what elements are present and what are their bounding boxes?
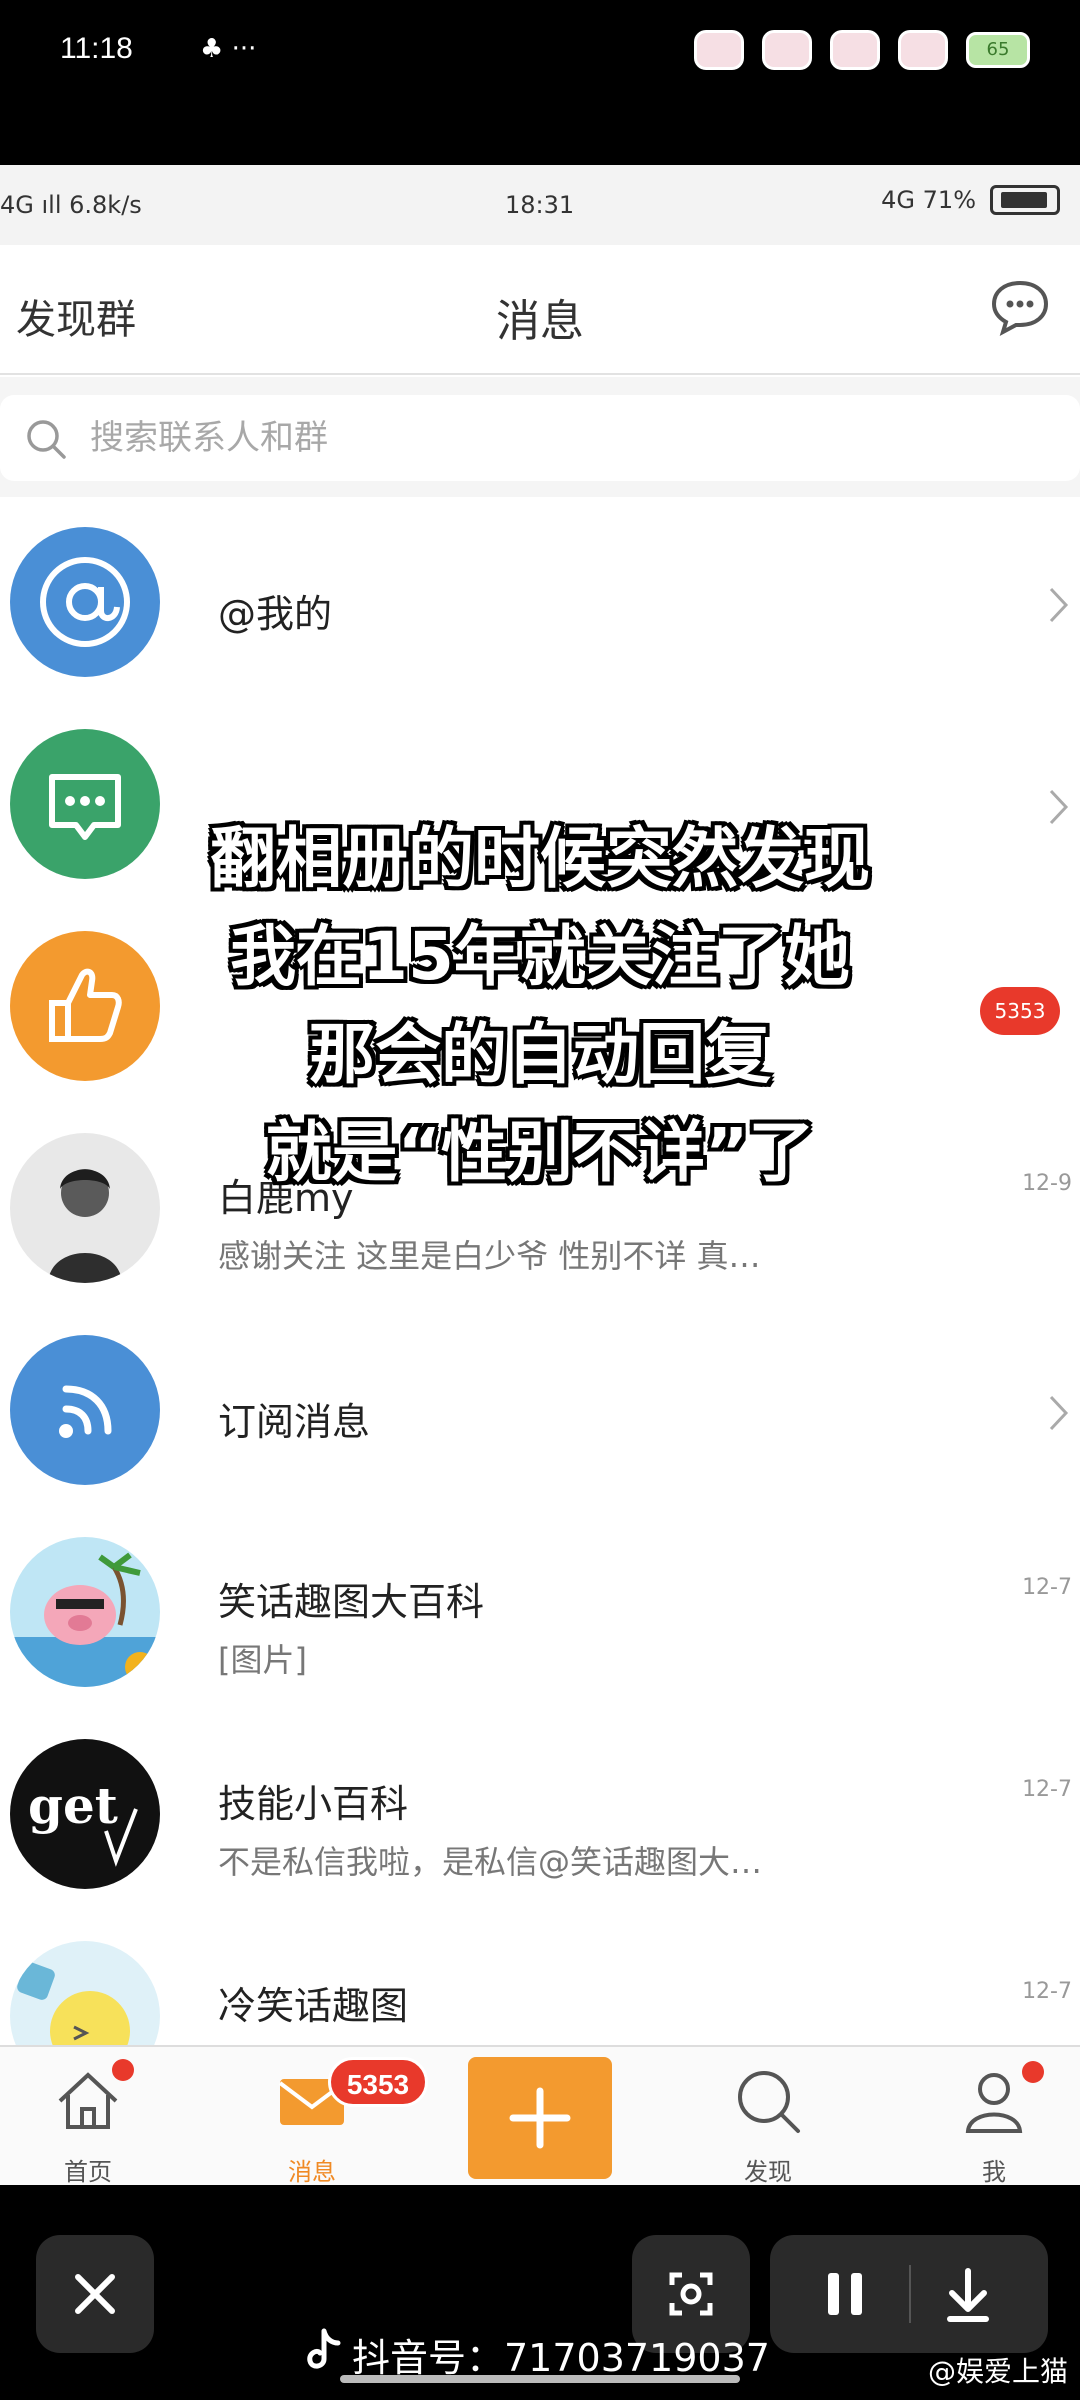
list-item-chat-jokes[interactable]: 笑话趣图大百科 [图片] 12-7 xyxy=(0,1515,1080,1717)
inner-signal: 4G ıll 6.8k/s xyxy=(0,191,142,219)
search-input[interactable] xyxy=(90,415,990,461)
tab-discover[interactable]: 发现 xyxy=(688,2047,848,2185)
douyin-id: 抖音号：71703719037 xyxy=(352,2336,770,2380)
tab-home[interactable]: 首页 xyxy=(8,2047,168,2185)
bottom-tab-bar: 首页 5353 消息 发现 我 xyxy=(0,2045,1080,2185)
pause-icon[interactable] xyxy=(770,2235,1048,2353)
messages-count-badge: 5353 xyxy=(328,2057,428,2107)
tab-me[interactable]: 我 xyxy=(914,2047,1074,2185)
person-icon xyxy=(965,2073,1023,2133)
list-item-title: 订阅消息 xyxy=(218,1400,371,1444)
search-icon xyxy=(27,420,66,459)
inner-status-right: 4G 71% xyxy=(881,185,1060,215)
message-list: @我的 5353 白鹿my 感谢关注 这里是白少爷 性别不详 真… 12-9 订… xyxy=(0,505,1080,2121)
user-avatar: get xyxy=(10,1739,160,1889)
caption-line: 翻相册的时候突然发现 xyxy=(210,820,870,897)
caption-line: 就是“性别不详”了 xyxy=(265,1114,815,1191)
caption-line: 我在15年就关注了她 xyxy=(230,918,850,995)
inner-time: 18:31 xyxy=(505,191,575,219)
inner-battery-icon xyxy=(990,185,1060,215)
chevron-right-icon xyxy=(1049,1395,1069,1431)
app-header: 发现群 消息 xyxy=(0,245,1080,375)
device-status-icons: 65 xyxy=(694,30,1030,70)
signal-sticker-icon xyxy=(694,30,744,70)
inner-status-bar: 4G ıll 6.8k/s 18:31 4G 71% xyxy=(0,165,1080,245)
me-dot-badge xyxy=(1022,2061,1044,2083)
device-status-bar: 11:18 ♣ ··· 65 xyxy=(0,0,1080,110)
search-box[interactable] xyxy=(0,395,1080,481)
battery-icon: 65 xyxy=(966,32,1030,68)
close-icon xyxy=(75,2274,115,2314)
svg-text:get: get xyxy=(28,1776,118,1835)
list-item-title: 技能小百科 xyxy=(218,1782,409,1826)
close-button[interactable] xyxy=(36,2235,154,2353)
list-item-title: 笑话趣图大百科 xyxy=(218,1580,485,1624)
list-item-preview: [图片] xyxy=(218,1641,307,1679)
chevron-right-icon xyxy=(1049,587,1069,623)
signal-5g-icon xyxy=(830,30,880,70)
tab-messages[interactable]: 5353 消息 xyxy=(232,2047,428,2185)
weibo-watermark: @娱爱上猫 xyxy=(927,2355,1068,2388)
search-area xyxy=(0,377,1080,497)
list-item-subscriptions[interactable]: 订阅消息 xyxy=(0,1313,1080,1515)
at-icon xyxy=(40,557,130,647)
list-item-time: 12-7 xyxy=(1022,1979,1072,2004)
list-item-preview: 不是私信我啦，是私信@笑话趣图大… xyxy=(218,1843,763,1881)
new-chat-icon[interactable] xyxy=(988,277,1052,337)
tab-me-label: 我 xyxy=(982,2158,1006,2185)
list-item-title: 冷笑话趣图 xyxy=(218,1984,409,2028)
home-dot-badge xyxy=(112,2059,134,2081)
caption-line: 那会的自动回复 xyxy=(309,1016,771,1093)
compose-button[interactable] xyxy=(468,2057,612,2179)
video-player-controls: 抖音号：71703719037 @娱爱上猫 xyxy=(0,2185,1080,2400)
list-item-time: 12-7 xyxy=(1022,1575,1072,1600)
user-avatar xyxy=(10,1537,160,1687)
notification-icons: ♣ ··· xyxy=(200,34,257,64)
playback-controls xyxy=(770,2235,1048,2353)
rss-icon xyxy=(59,1385,112,1438)
douyin-logo-icon xyxy=(307,2328,341,2369)
plus-icon xyxy=(509,2087,571,2149)
search-icon xyxy=(738,2071,800,2133)
subscription-avatar xyxy=(10,1335,160,1485)
tab-home-label: 首页 xyxy=(64,2158,112,2185)
video-caption: 翻相册的时候突然发现 我在15年就关注了她 那会的自动回复 就是“性别不详”了 xyxy=(0,810,1080,1202)
list-item-title: @我的 xyxy=(218,592,333,636)
list-item-time: 12-7 xyxy=(1022,1777,1072,1802)
app-screenshot: 4G ıll 6.8k/s 18:31 4G 71% 发现群 消息 搜索联系人和… xyxy=(0,165,1080,2185)
device-time: 11:18 xyxy=(60,32,133,65)
list-item-mentions[interactable]: @我的 xyxy=(0,505,1080,707)
tab-messages-label: 消息 xyxy=(288,2158,336,2185)
home-indicator xyxy=(340,2375,740,2383)
tab-discover-label: 发现 xyxy=(744,2158,792,2185)
wifi-sticker-icon xyxy=(762,30,812,70)
list-item-chat-skills[interactable]: get 技能小百科 不是私信我啦，是私信@笑话趣图大… 12-7 xyxy=(0,1717,1080,1919)
list-item-preview: 感谢关注 这里是白少爷 性别不详 真… xyxy=(218,1237,761,1275)
mention-avatar xyxy=(10,527,160,677)
get-logo-icon: get xyxy=(28,1776,138,1867)
inner-battery-text: 4G 71% xyxy=(881,186,976,214)
page-title: 消息 xyxy=(496,296,584,347)
cartoon-pig-icon xyxy=(10,1552,160,1687)
signal-5g-2-icon xyxy=(898,30,948,70)
